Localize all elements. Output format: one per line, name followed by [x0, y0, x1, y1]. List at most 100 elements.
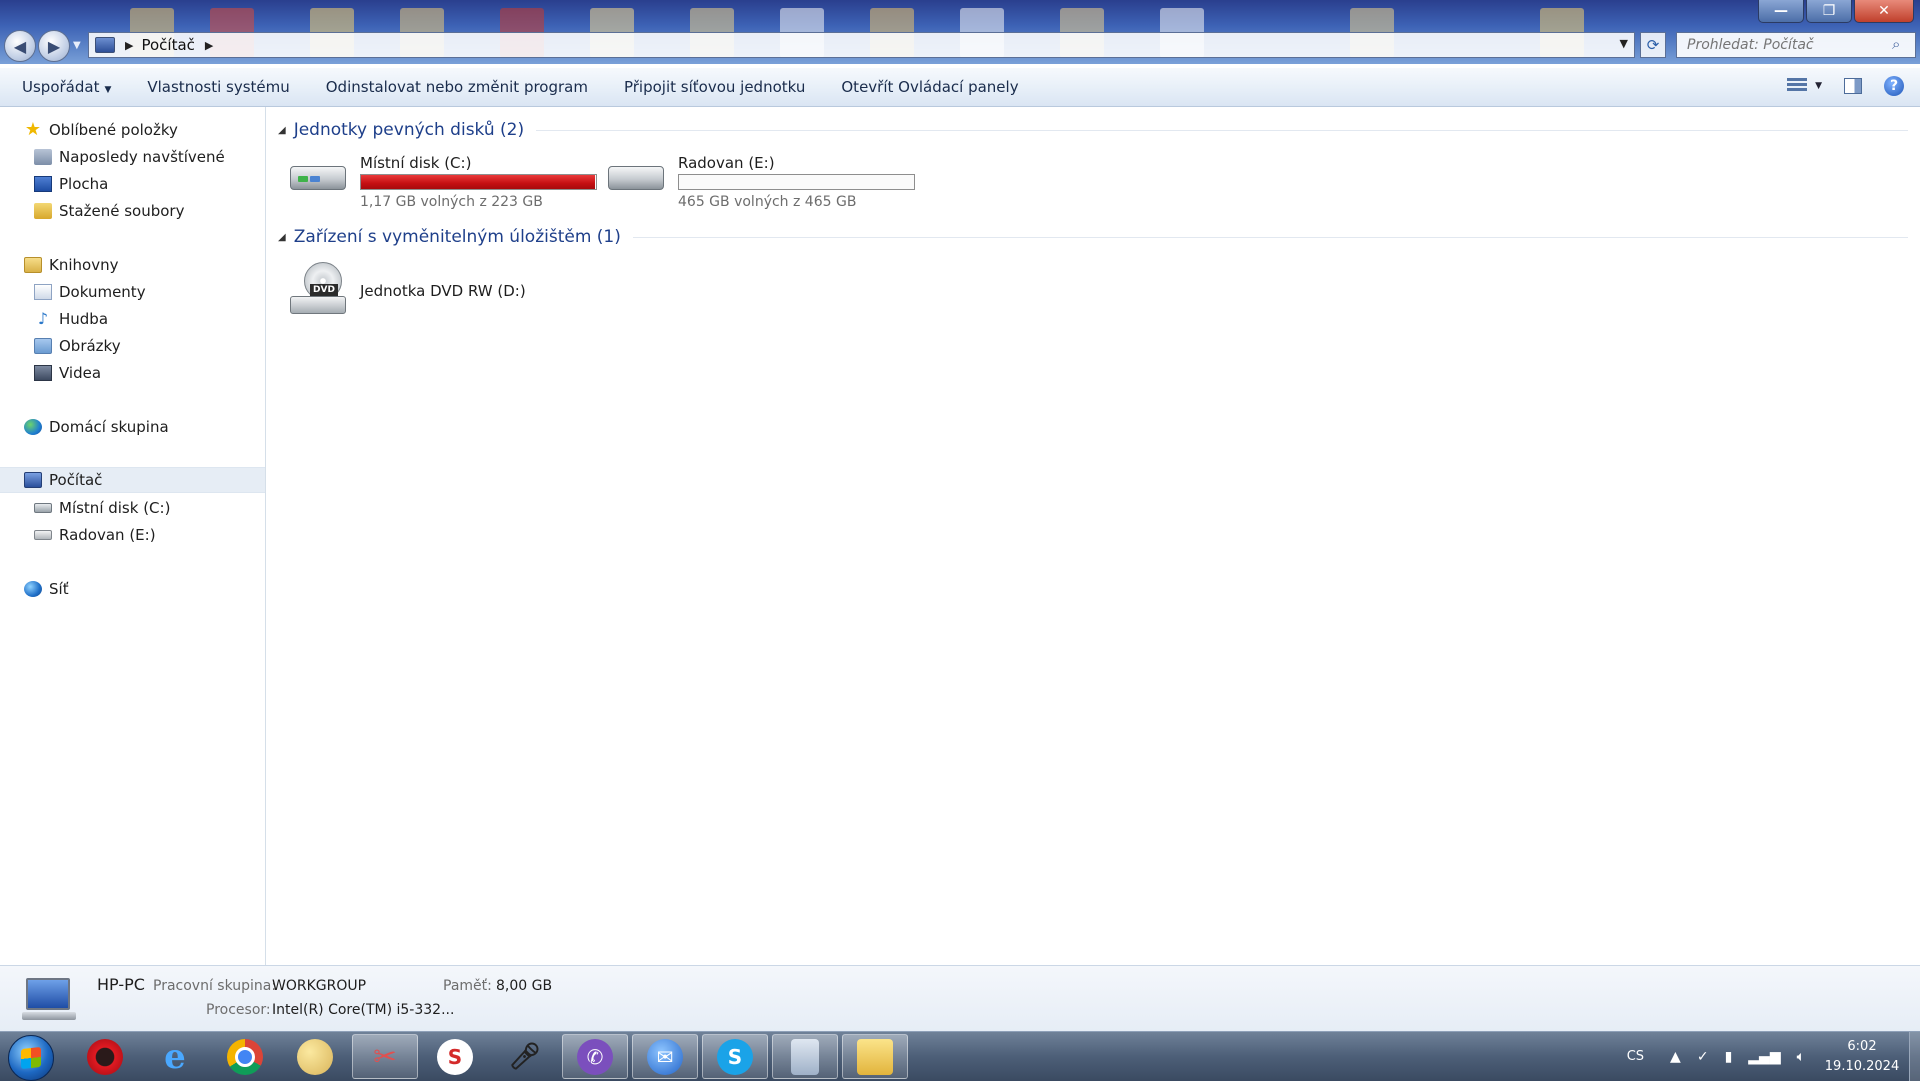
processor-label: Procesor: — [206, 1002, 271, 1018]
nav-homegroup[interactable]: Domácí skupina — [0, 414, 265, 440]
recent-pages-dropdown[interactable]: ▼ — [73, 40, 81, 51]
drive-tile-c[interactable]: Místní disk (C:) 1,17 GB volných z 223 G… — [290, 154, 610, 214]
section-title: Jednotky pevných disků (2) — [293, 120, 525, 140]
section-divider — [632, 236, 1908, 238]
open-control-panel-button[interactable]: Otevřít Ovládací panely — [823, 78, 1036, 96]
language-indicator[interactable]: CS — [1627, 1049, 1644, 1064]
breadcrumb-separator[interactable]: ▶ — [125, 39, 133, 52]
forward-button[interactable]: ▶ — [38, 30, 70, 62]
volume-icon[interactable]: 🔈︎ — [1797, 1049, 1805, 1065]
music-icon: ♪ — [37, 309, 49, 328]
microphone-icon: 🎤︎ — [508, 1041, 542, 1072]
nav-pictures[interactable]: Obrázky — [0, 333, 265, 359]
help-icon[interactable]: ? — [1884, 76, 1904, 96]
nav-recent-places[interactable]: Naposledy navštívené — [0, 144, 265, 170]
nav-label: Naposledy navštívené — [59, 148, 225, 166]
taskbar-chrome[interactable] — [212, 1034, 278, 1079]
maximize-button[interactable]: ❐ — [1806, 0, 1852, 23]
command-bar: Uspořádat ▼ Vlastnosti systému Odinstalov… — [0, 68, 1920, 107]
change-view-icon[interactable] — [1787, 78, 1808, 94]
drive-name: Radovan (E:) — [678, 154, 775, 172]
details-pane: HP-PC Pracovní skupina: WORKGROUP Paměť:… — [0, 965, 1920, 1032]
start-button[interactable] — [8, 1035, 54, 1081]
collapse-triangle-icon[interactable]: ◢ — [278, 125, 286, 136]
organize-button[interactable]: Uspořádat ▼ — [0, 78, 129, 96]
view-controls: ▼ ? — [1787, 76, 1904, 96]
taskbar-calculator[interactable] — [772, 1034, 838, 1079]
videos-icon — [34, 365, 52, 381]
paint-icon — [297, 1038, 333, 1075]
window-controls: — ❐ ✕ — [1758, 0, 1914, 23]
taskbar-viber[interactable]: ✆ — [562, 1034, 628, 1079]
chevron-down-icon[interactable]: ▼ — [1620, 37, 1628, 50]
nav-downloads[interactable]: Stažené soubory — [0, 198, 265, 224]
network-status-icon[interactable]: ✓ — [1697, 1049, 1709, 1065]
dvd-drive-tile[interactable]: DVD Jednotka DVD RW (D:) — [290, 262, 550, 320]
clock[interactable]: 6:02 19.10.2024 — [1821, 1037, 1903, 1077]
computer-icon — [95, 37, 115, 53]
nav-music[interactable]: ♪ Hudba — [0, 306, 265, 332]
map-network-drive-button[interactable]: Připojit síťovou jednotku — [606, 78, 823, 96]
close-button[interactable]: ✕ — [1854, 0, 1914, 23]
windows-logo-icon — [21, 1046, 41, 1070]
collapse-triangle-icon[interactable]: ◢ — [278, 232, 286, 243]
nav-videos[interactable]: Videa — [0, 360, 265, 386]
drive-free-space: 465 GB volných z 465 GB — [678, 194, 857, 210]
computer-name: HP-PC — [97, 975, 145, 994]
hard-drives-section-header[interactable]: ◢ Jednotky pevných disků (2) — [278, 120, 1908, 140]
viber-icon: ✆ — [577, 1038, 613, 1075]
address-bar[interactable]: ▶ Počítač ▶ ▼ — [88, 32, 1635, 58]
drive-free-space: 1,17 GB volných z 223 GB — [360, 194, 543, 210]
documents-icon — [34, 284, 52, 300]
nav-drive-c[interactable]: Místní disk (C:) — [0, 495, 265, 521]
nav-favorites[interactable]: ★ Oblíbené položky — [0, 117, 265, 143]
taskbar-thunderbird[interactable]: ✉ — [632, 1034, 698, 1079]
nav-network[interactable]: Síť — [0, 576, 265, 602]
show-hidden-icons-icon[interactable]: ▲ — [1670, 1049, 1681, 1065]
drive-usage-bar — [360, 174, 597, 190]
nav-label: Hudba — [59, 310, 109, 328]
search-icon[interactable]: ⌕ — [1892, 35, 1900, 53]
removable-section-header[interactable]: ◢ Zařízení s vyměnitelným úložištěm (1) — [278, 227, 1908, 247]
refresh-button[interactable]: ⟳ — [1640, 32, 1666, 58]
nav-drive-e[interactable]: Radovan (E:) — [0, 522, 265, 548]
workgroup-value: WORKGROUP — [272, 978, 367, 994]
minimize-button[interactable]: — — [1758, 0, 1804, 23]
breadcrumb-computer[interactable]: Počítač — [141, 36, 194, 54]
title-bar: — ❐ ✕ ◀ ▶ ▼ ▶ Počítač ▶ ▼ ⟳ ⌕ — [0, 0, 1920, 64]
taskbar-opera[interactable] — [72, 1034, 138, 1079]
uninstall-program-button[interactable]: Odinstalovat nebo změnit program — [308, 78, 606, 96]
homegroup-icon — [24, 419, 42, 435]
show-desktop-button[interactable] — [1909, 1032, 1920, 1081]
nav-label: Obrázky — [59, 337, 121, 355]
chrome-icon — [227, 1038, 263, 1075]
explorer-icon — [857, 1038, 893, 1075]
taskbar-skype[interactable]: S — [702, 1034, 768, 1079]
workgroup-label: Pracovní skupina: — [153, 978, 277, 994]
arrow-left-icon: ◀ — [13, 36, 27, 56]
taskbar-s-app[interactable]: S — [422, 1034, 488, 1079]
signal-icon[interactable]: ▂▄▆ — [1748, 1049, 1780, 1065]
nav-documents[interactable]: Dokumenty — [0, 279, 265, 305]
nav-libraries[interactable]: Knihovny — [0, 252, 265, 278]
taskbar-explorer[interactable] — [842, 1034, 908, 1079]
system-properties-button[interactable]: Vlastnosti systému — [129, 78, 307, 96]
hard-drive-icon — [290, 154, 346, 192]
chevron-down-icon[interactable]: ▼ — [1815, 81, 1822, 91]
nav-computer[interactable]: Počítač — [0, 467, 265, 493]
taskbar-paint[interactable] — [282, 1034, 348, 1079]
preview-pane-icon[interactable] — [1844, 78, 1862, 94]
taskbar-microphone[interactable]: 🎤︎ — [492, 1034, 558, 1079]
search-input[interactable] — [1676, 32, 1916, 58]
organize-label: Uspořádat — [22, 78, 100, 96]
computer-icon — [24, 472, 42, 488]
power-icon[interactable]: ▮ — [1725, 1049, 1733, 1065]
clock-time: 6:02 — [1847, 1038, 1877, 1054]
back-button[interactable]: ◀ — [4, 30, 36, 62]
taskbar-snipping-tool[interactable]: ✂ — [352, 1034, 418, 1079]
breadcrumb-separator[interactable]: ▶ — [205, 39, 213, 52]
taskbar-ie[interactable]: e — [142, 1034, 208, 1079]
nav-desktop[interactable]: Plocha — [0, 171, 265, 197]
drive-tile-e[interactable]: Radovan (E:) 465 GB volných z 465 GB — [608, 154, 928, 214]
hard-drive-icon — [34, 530, 52, 540]
